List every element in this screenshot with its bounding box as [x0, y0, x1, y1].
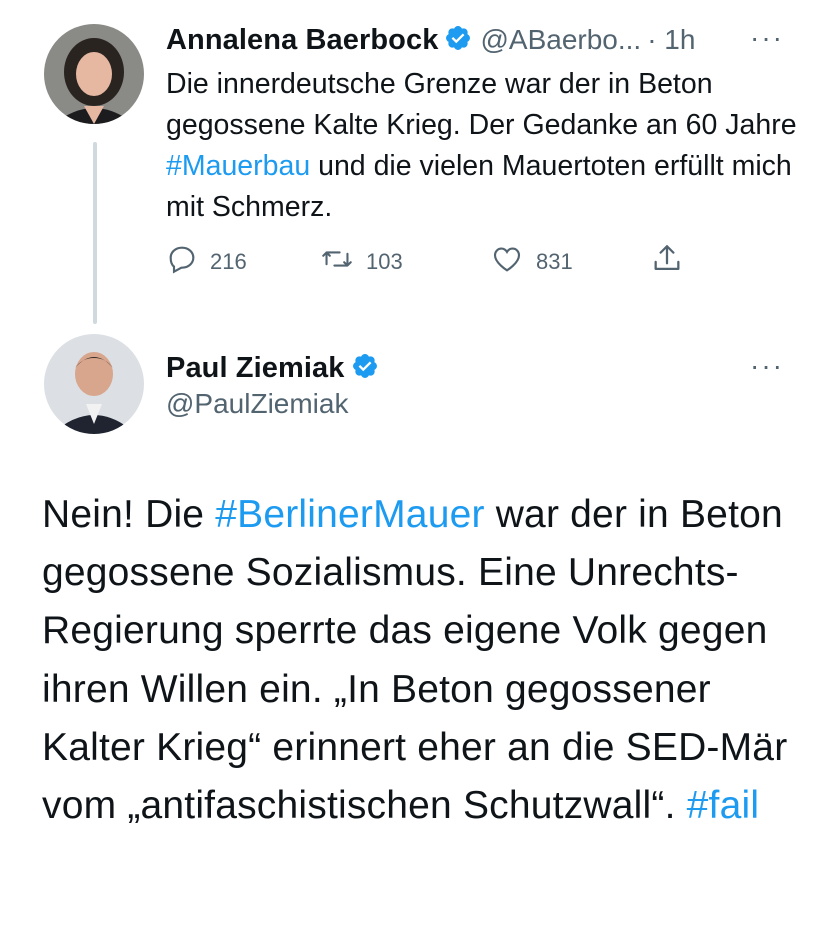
like-count: 831	[536, 249, 573, 274]
reply-count: 216	[210, 249, 247, 274]
author-name[interactable]: Paul Ziemiak	[166, 352, 345, 385]
hashtag-link[interactable]: #BerlinerMauer	[215, 493, 484, 536]
share-button[interactable]	[650, 242, 696, 282]
hashtag-link[interactable]: #fail	[687, 784, 760, 827]
like-button[interactable]: 831	[490, 243, 573, 281]
thread-line	[93, 142, 97, 324]
author-name[interactable]: Annalena Baerbock	[166, 24, 438, 57]
tweet-text-segment: Die innerdeutsche Grenze war der in Beto…	[166, 68, 797, 141]
tweet1-header: Annalena Baerbock @ABaerbo... · 1h	[166, 20, 695, 60]
reply-icon	[166, 243, 210, 281]
tweet-text-segment: war der in Beton gegossene Sozialismus. …	[42, 493, 788, 828]
more-icon[interactable]: ···	[750, 22, 784, 54]
verified-badge-icon	[444, 24, 472, 57]
retweet-icon	[320, 243, 366, 281]
author-handle[interactable]: @ABaerbo...	[480, 24, 641, 56]
tweet2-header: Paul Ziemiak	[166, 348, 379, 388]
share-icon	[650, 242, 696, 282]
author-handle[interactable]: @PaulZiemiak	[166, 388, 348, 420]
hashtag-link[interactable]: #Mauerbau	[166, 150, 310, 182]
verified-badge-icon	[351, 352, 379, 385]
retweet-count: 103	[366, 249, 403, 274]
like-icon	[490, 243, 536, 281]
timestamp[interactable]: · 1h	[647, 24, 695, 56]
avatar-baerbock[interactable]	[44, 24, 144, 124]
reply-button[interactable]: 216	[166, 243, 247, 281]
more-icon[interactable]: ···	[750, 350, 784, 382]
tweet-text-segment: Nein! Die	[42, 493, 216, 536]
retweet-button[interactable]: 103	[320, 243, 403, 281]
tweet1-actions: 216 103 831	[166, 244, 696, 280]
tweet2-text: Nein! Die #BerlinerMauer war der in Beto…	[42, 486, 822, 835]
avatar-ziemiak[interactable]	[44, 334, 144, 434]
tweet1-text: Die innerdeutsche Grenze war der in Beto…	[166, 64, 806, 228]
